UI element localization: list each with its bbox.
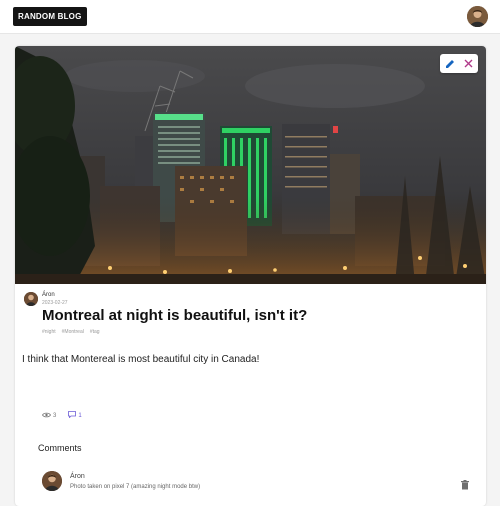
post-image [15, 46, 486, 284]
pencil-icon[interactable] [444, 58, 456, 70]
post-card: Áron 2023-02-27 Montreal at night is bea… [15, 46, 486, 506]
post-body: I think that Montereal is most beautiful… [22, 354, 260, 365]
post-title: Montreal at night is beautiful, isn't it… [42, 307, 308, 324]
user-avatar-icon[interactable] [467, 6, 488, 27]
comments-heading: Comments [38, 443, 82, 453]
comment-count-value: 1 [78, 412, 82, 419]
post-date: 2023-02-27 [42, 300, 68, 306]
close-icon[interactable] [463, 58, 475, 70]
tag[interactable]: #tag [90, 329, 100, 335]
comment-count[interactable]: 1 [68, 411, 82, 420]
trash-icon[interactable] [461, 477, 471, 490]
comment-author[interactable]: Áron [70, 473, 85, 480]
view-count-value: 3 [53, 412, 57, 419]
author-avatar[interactable] [24, 292, 38, 306]
tag[interactable]: #Montreal [62, 329, 84, 335]
eye-icon [42, 412, 51, 420]
tag[interactable]: #night [42, 329, 56, 335]
post-stats: 3 1 [42, 411, 82, 420]
post-actions [440, 54, 478, 73]
blog-logo[interactable]: RANDOM BLOG [13, 7, 87, 26]
author-name[interactable]: Áron [42, 292, 55, 298]
comment-author-avatar[interactable] [42, 471, 62, 491]
comment-icon [68, 411, 77, 420]
top-bar: RANDOM BLOG [0, 0, 500, 34]
comment-text: Photo taken on pixel 7 (amazing night mo… [70, 484, 201, 490]
tag-list: #night #Montreal #tag [42, 329, 100, 335]
view-count: 3 [42, 412, 56, 420]
